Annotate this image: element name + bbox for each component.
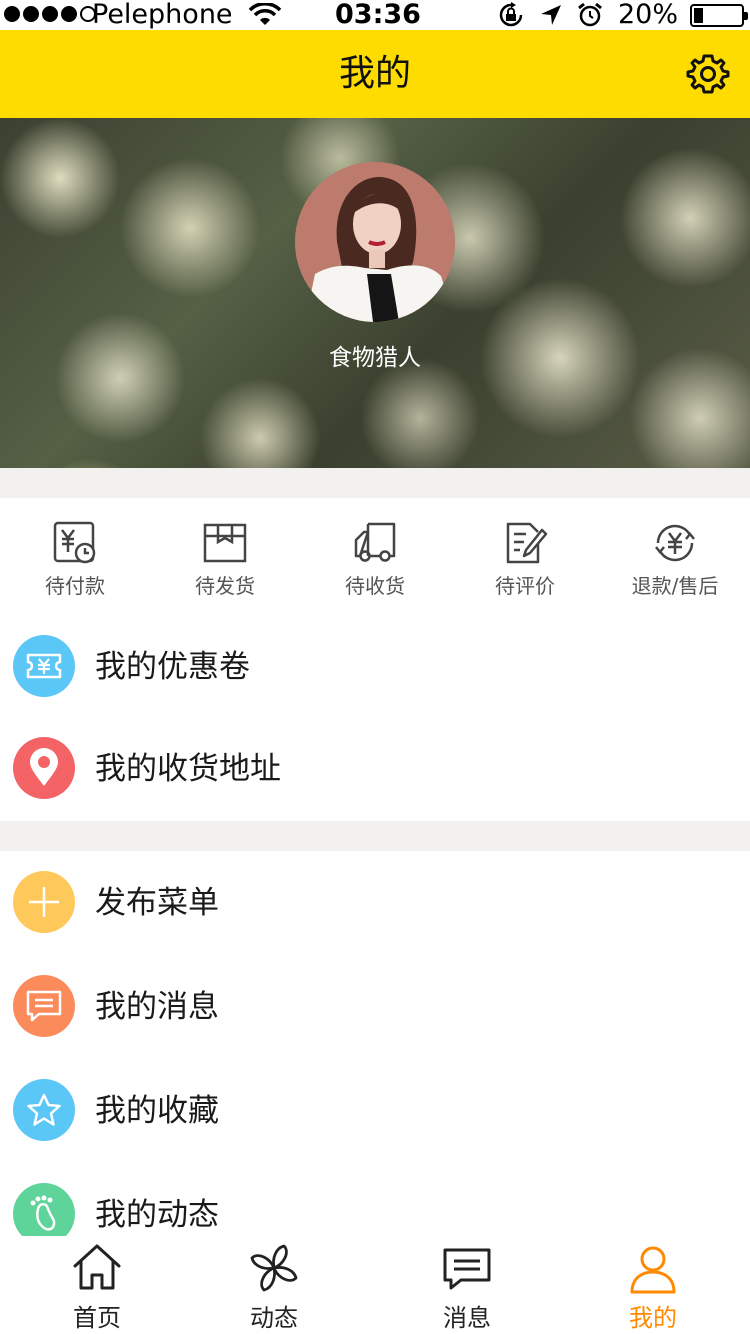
menu-item-label: 我的消息 (95, 989, 219, 1025)
menu-item-publish-menu[interactable]: 发布菜单 (0, 851, 750, 955)
order-label: 退款/售后 (631, 574, 719, 598)
tab-me[interactable]: 我的 (583, 1236, 723, 1334)
home-icon (73, 1244, 121, 1290)
star-icon (27, 1093, 61, 1126)
battery-level (694, 8, 704, 23)
box-icon (203, 523, 247, 563)
gear-icon[interactable] (686, 52, 730, 96)
menu-item-label: 我的收货地址 (95, 751, 281, 787)
address-badge (13, 737, 75, 799)
wifi-icon (248, 3, 282, 25)
refund-icon (655, 524, 695, 562)
coupon-icon (26, 653, 62, 679)
location-pin-icon (30, 748, 58, 786)
tab-label: 动态 (250, 1304, 298, 1332)
messages-badge (13, 975, 75, 1037)
publish-badge (13, 871, 75, 933)
rotation-lock-icon (499, 2, 523, 27)
section-divider (0, 821, 750, 851)
order-to-receive[interactable]: 待收货 (300, 498, 450, 608)
profile-banner: 食物猎人 (0, 118, 750, 468)
battery-percent: 20% (618, 0, 679, 30)
page-title: 我的 (338, 53, 411, 94)
favorites-badge (13, 1079, 75, 1141)
status-bar: Pelephone 03:36 20% (0, 0, 750, 30)
battery-icon (690, 4, 748, 27)
tab-messages[interactable]: 消息 (397, 1236, 537, 1334)
order-label: 待付款 (45, 574, 105, 598)
tab-home[interactable]: 首页 (27, 1236, 167, 1334)
tab-feed[interactable]: 动态 (204, 1236, 344, 1334)
username: 食物猎人 (329, 345, 421, 371)
tab-label: 首页 (73, 1304, 121, 1332)
payment-pending-icon (53, 521, 96, 564)
carrier-name: Pelephone (92, 0, 233, 30)
pinwheel-icon (250, 1244, 298, 1292)
menu-item-label: 发布菜单 (95, 885, 219, 921)
order-label: 待收货 (345, 574, 405, 598)
plus-icon (29, 887, 59, 917)
location-arrow-icon (541, 5, 561, 25)
tab-label: 我的 (629, 1304, 677, 1332)
order-label: 待评价 (495, 574, 555, 598)
menu-item-favorites[interactable]: 我的收藏 (0, 1059, 750, 1163)
alarm-icon (578, 2, 602, 27)
menu-item-coupons[interactable]: 我的优惠卷 (0, 615, 750, 719)
message-icon (26, 990, 62, 1022)
avatar-image (295, 162, 455, 322)
status-icons (497, 2, 603, 28)
menu-item-messages[interactable]: 我的消息 (0, 955, 750, 1059)
order-refund[interactable]: 退款/售后 (600, 498, 750, 608)
menu-item-label: 我的收藏 (95, 1093, 219, 1129)
order-label: 待发货 (195, 574, 255, 598)
menu-item-address[interactable]: 我的收货地址 (0, 717, 750, 821)
coupon-badge (13, 635, 75, 697)
signal-strength-icon (4, 6, 96, 22)
footprint-icon (30, 1195, 56, 1231)
tab-label: 消息 (443, 1304, 491, 1332)
truck-icon (354, 522, 396, 562)
order-to-ship[interactable]: 待发货 (150, 498, 300, 608)
header-bar: 我的 (0, 30, 750, 118)
tab-bar: 首页 动态 消息 我的 (0, 1236, 750, 1334)
order-pending-payment[interactable]: 待付款 (0, 498, 150, 608)
edit-document-icon (506, 522, 548, 564)
menu-item-label: 我的优惠卷 (95, 649, 250, 685)
order-to-review[interactable]: 待评价 (450, 498, 600, 608)
status-time: 03:36 (335, 0, 421, 30)
avatar[interactable] (295, 162, 455, 322)
person-icon (630, 1246, 676, 1294)
order-status-bar: 待付款 待发货 待收货 待评价 退款/售后 (0, 498, 750, 608)
section-divider (0, 468, 750, 498)
chat-icon (443, 1248, 491, 1290)
